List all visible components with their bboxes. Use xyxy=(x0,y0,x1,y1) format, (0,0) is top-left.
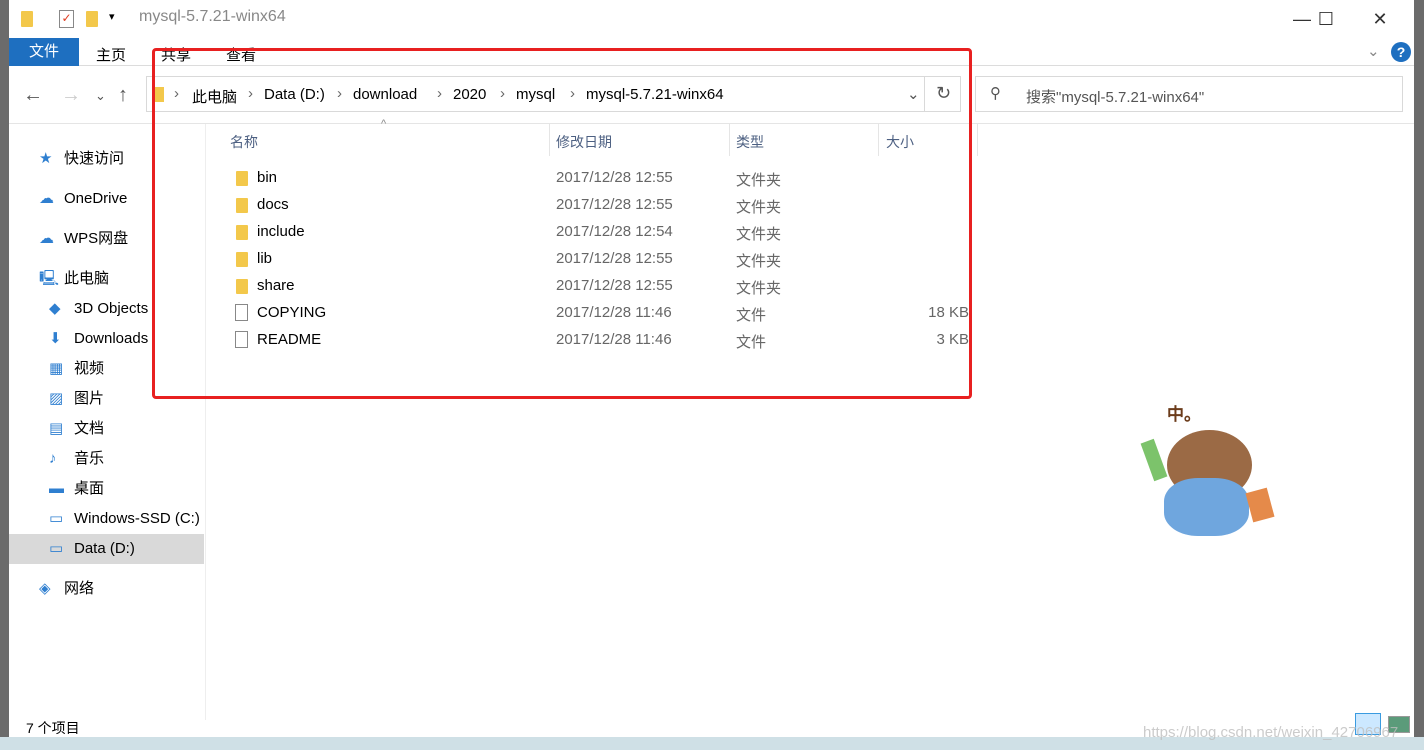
sidebar-item-label: 桌面 xyxy=(74,480,105,497)
sidebar-item[interactable]: ♪ 音乐 xyxy=(9,444,204,474)
sidebar-item-label: 音乐 xyxy=(74,450,105,467)
drive-icon: ▭ xyxy=(49,510,64,527)
cube-icon: ◆ xyxy=(49,300,61,317)
sidebar-item-label: WPS网盘 xyxy=(64,230,129,247)
sidebar-item-label: 此电脑 xyxy=(64,270,110,287)
picture-icon: ▨ xyxy=(49,390,64,407)
computer-icon: 🖳 xyxy=(39,270,60,287)
back-button[interactable]: ← xyxy=(23,84,43,107)
properties-icon[interactable]: ✓ xyxy=(59,10,74,28)
tab-home[interactable]: 主页 xyxy=(96,44,126,65)
sidebar-item-label: 网络 xyxy=(64,580,95,597)
up-button[interactable]: ↑ xyxy=(118,84,128,107)
watermark: https://blog.csdn.net/weixin_42706967 xyxy=(1143,724,1399,741)
sidebar-item[interactable]: ▭ Windows-SSD (C:) xyxy=(9,504,204,534)
sidebar-item-label: 视频 xyxy=(74,360,105,377)
sidebar-item[interactable]: ▭ Data (D:) xyxy=(9,534,204,564)
sidebar-item-label: 3D Objects xyxy=(74,300,149,317)
document-icon: ▤ xyxy=(49,420,64,437)
star-icon: ★ xyxy=(39,150,53,167)
sidebar-item-label: 快速访问 xyxy=(64,150,125,167)
customize-toolbar-dropdown[interactable]: ▾ xyxy=(109,10,115,23)
sidebar-item-label: Windows-SSD (C:) xyxy=(74,510,200,527)
search-input[interactable]: ⚲ 搜索"mysql-5.7.21-winx64" xyxy=(975,76,1403,112)
close-button[interactable]: ✕ xyxy=(1357,4,1403,34)
search-placeholder: 搜索"mysql-5.7.21-winx64" xyxy=(1026,89,1205,106)
maximize-button[interactable]: ☐ xyxy=(1303,4,1349,34)
tab-file[interactable]: 文件 xyxy=(9,38,79,66)
music-icon: ♪ xyxy=(49,450,57,467)
search-icon: ⚲ xyxy=(990,85,1001,102)
network-icon: ◈ xyxy=(39,580,51,597)
sidebar-item[interactable]: ▤ 文档 xyxy=(9,414,204,444)
cloud-icon: ☁ xyxy=(39,190,54,207)
download-icon: ⬇ xyxy=(49,330,62,347)
sidebar-item-label: 图片 xyxy=(74,390,105,407)
expand-ribbon-icon[interactable]: ⌄ xyxy=(1367,42,1380,60)
drive-icon: ▭ xyxy=(49,540,64,557)
window-title: mysql-5.7.21-winx64 xyxy=(139,8,286,25)
sidebar-item-label: OneDrive xyxy=(64,190,128,207)
desktop-icon: ▬ xyxy=(49,480,64,497)
sidebar-item-label: Downloads xyxy=(74,330,149,347)
sidebar-item[interactable]: ◈ 网络 xyxy=(9,574,204,604)
folder-icon xyxy=(21,11,33,27)
new-folder-icon[interactable] xyxy=(86,11,98,27)
video-icon: ▦ xyxy=(49,360,64,377)
highlight-box xyxy=(152,48,972,399)
cloud-outline-icon: ☁ xyxy=(39,230,54,247)
sidebar-item-label: Data (D:) xyxy=(74,540,135,557)
sidebar-item-label: 文档 xyxy=(74,420,105,437)
status-item-count: 7 个项目 xyxy=(26,720,80,736)
help-icon[interactable]: ? xyxy=(1391,42,1411,62)
recent-locations-dropdown[interactable]: ⌄ xyxy=(95,88,106,104)
forward-button[interactable]: → xyxy=(61,84,81,107)
bear-sticker: 中。 xyxy=(1119,400,1289,540)
sidebar-item[interactable]: ▬ 桌面 xyxy=(9,474,204,504)
